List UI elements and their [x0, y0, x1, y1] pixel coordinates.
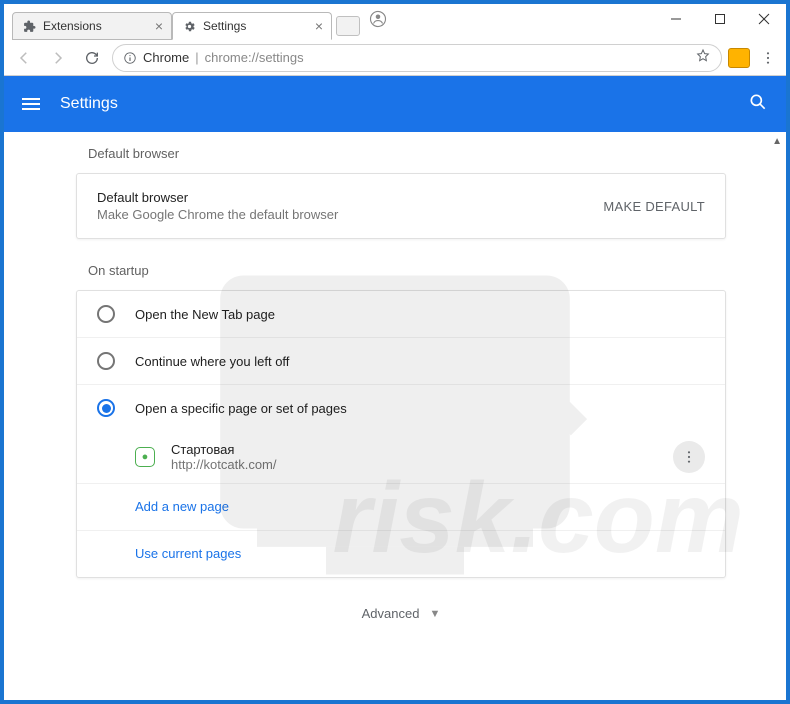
maximize-button[interactable]	[698, 4, 742, 34]
reload-button[interactable]	[78, 44, 106, 72]
section-label-default-browser: Default browser	[88, 146, 726, 161]
make-default-button[interactable]: MAKE DEFAULT	[603, 199, 705, 214]
scroll-up-arrow-icon[interactable]: ▲	[772, 136, 782, 147]
add-new-page-row[interactable]: Add a new page	[77, 484, 725, 531]
search-icon[interactable]	[748, 92, 768, 117]
default-browser-card: Default browser Make Google Chrome the d…	[76, 173, 726, 239]
new-tab-button[interactable]	[336, 16, 360, 36]
url-path: chrome://settings	[205, 50, 304, 65]
profile-icon[interactable]	[360, 4, 396, 34]
use-current-pages-link[interactable]: Use current pages	[135, 546, 241, 561]
add-new-page-link[interactable]: Add a new page	[135, 499, 229, 514]
radio-label: Open the New Tab page	[135, 307, 275, 322]
tab-extensions[interactable]: Extensions ×	[12, 12, 172, 40]
radio-label: Continue where you left off	[135, 354, 289, 369]
back-button[interactable]	[10, 44, 38, 72]
close-icon[interactable]: ×	[315, 19, 323, 33]
radio-icon	[97, 352, 115, 370]
tab-strip: Extensions × Settings ×	[4, 4, 360, 40]
advanced-toggle[interactable]: Advanced ▼	[76, 606, 726, 621]
settings-header: Settings	[4, 76, 786, 132]
hamburger-menu-icon[interactable]	[22, 98, 40, 110]
radio-icon	[97, 305, 115, 323]
default-browser-title: Default browser	[97, 190, 338, 205]
advanced-label: Advanced	[362, 606, 420, 621]
startup-option-newtab[interactable]: Open the New Tab page	[77, 291, 725, 338]
startup-option-specific[interactable]: Open a specific page or set of pages	[77, 385, 725, 431]
radio-icon	[97, 399, 115, 417]
info-icon	[123, 51, 137, 65]
minimize-button[interactable]	[654, 4, 698, 34]
startup-page-entry: ● Стартовая http://kotcatk.com/	[77, 431, 725, 484]
url-origin: Chrome	[143, 50, 189, 65]
window-controls	[654, 4, 786, 34]
radio-label: Open a specific page or set of pages	[135, 401, 347, 416]
extension-icon[interactable]	[728, 48, 750, 68]
more-actions-button[interactable]	[673, 441, 705, 473]
settings-title: Settings	[60, 95, 118, 113]
startup-card: Open the New Tab page Continue where you…	[76, 290, 726, 578]
settings-content[interactable]: ▲ risk.com Default browser Default brows…	[4, 132, 786, 700]
startup-page-title: Стартовая	[171, 442, 277, 457]
tab-label: Extensions	[43, 19, 102, 33]
startup-page-url: http://kotcatk.com/	[171, 457, 277, 472]
omnibox[interactable]: Chrome | chrome://settings	[112, 44, 722, 72]
section-label-startup: On startup	[88, 263, 726, 278]
close-icon[interactable]: ×	[155, 19, 163, 33]
chrome-window: Extensions × Settings ×	[4, 4, 786, 700]
tab-settings[interactable]: Settings ×	[172, 12, 332, 40]
startup-option-continue[interactable]: Continue where you left off	[77, 338, 725, 385]
gear-icon	[181, 18, 197, 34]
default-browser-subtitle: Make Google Chrome the default browser	[97, 207, 338, 222]
address-bar: Chrome | chrome://settings	[4, 40, 786, 76]
forward-button[interactable]	[44, 44, 72, 72]
use-current-pages-row[interactable]: Use current pages	[77, 531, 725, 577]
chrome-menu-button[interactable]	[756, 50, 780, 66]
close-window-button[interactable]	[742, 4, 786, 34]
page-favicon-icon: ●	[135, 447, 155, 467]
chevron-down-icon: ▼	[429, 608, 440, 620]
tab-label: Settings	[203, 19, 246, 33]
bookmark-star-icon[interactable]	[695, 48, 711, 67]
puzzle-icon	[21, 18, 37, 34]
titlebar: Extensions × Settings ×	[4, 4, 786, 40]
